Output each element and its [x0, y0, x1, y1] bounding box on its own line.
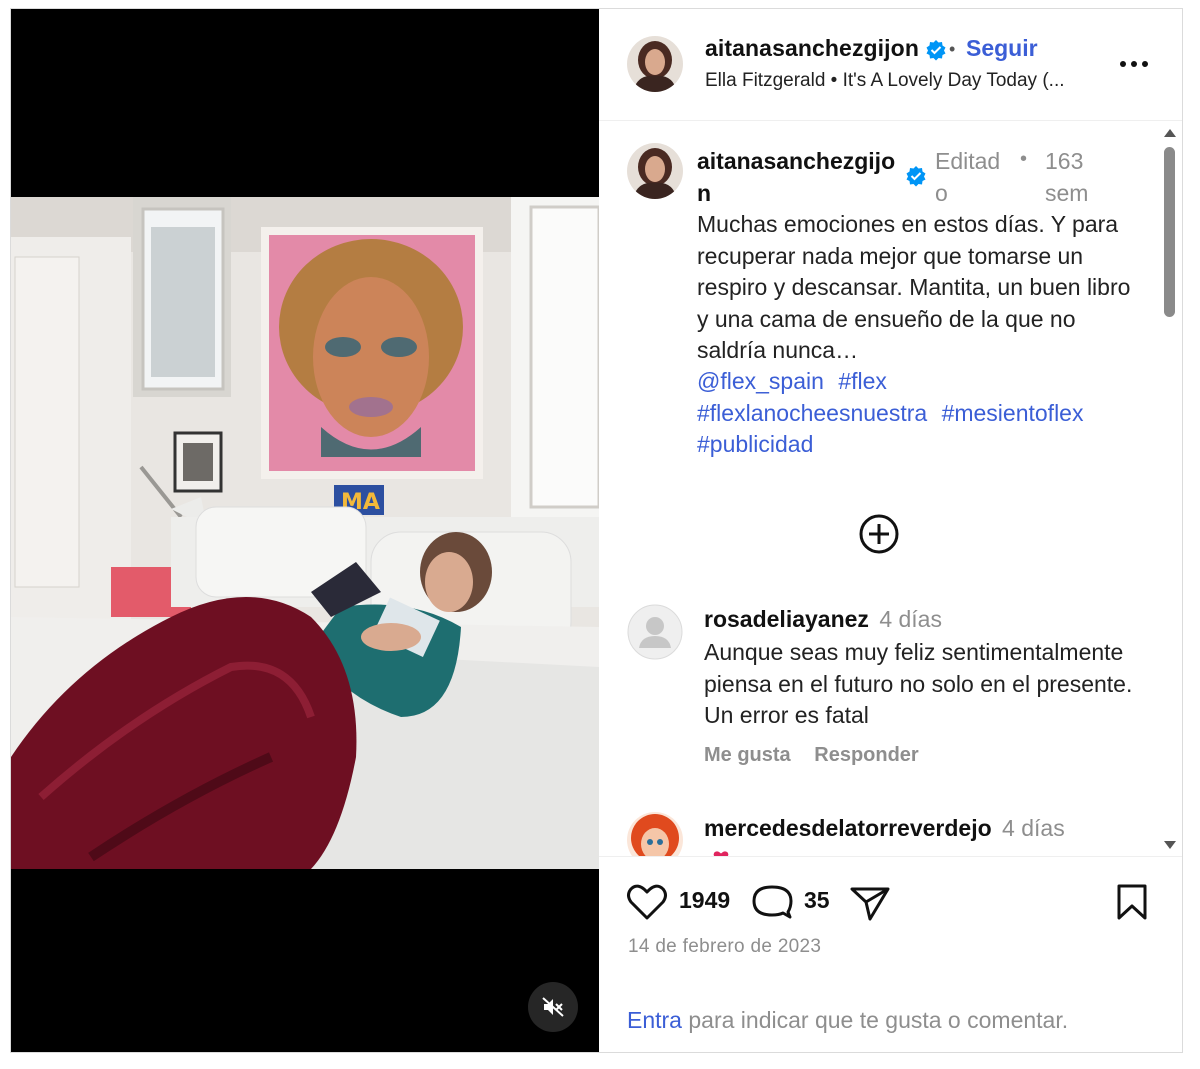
post-date[interactable]: 14 de febrero de 2023 [628, 936, 821, 958]
author-username[interactable]: aitanasanchezgijon [705, 35, 947, 62]
audio-separator: • [830, 70, 838, 91]
comment-bubble-icon[interactable] [751, 882, 793, 922]
commenter-username[interactable]: mercedesdelatorreverdejo [704, 815, 992, 841]
comment-text: Aunque seas muy feliz sentimentalmente p… [704, 639, 1133, 728]
bookmark-icon[interactable] [1115, 882, 1149, 922]
avatar-portrait-image [627, 143, 683, 199]
like-count[interactable]: 1949 [679, 887, 730, 914]
author-username-text[interactable]: aitanasanchezgijon [705, 35, 919, 61]
post-video[interactable]: MA [11, 9, 599, 1052]
avatar-portrait-image [627, 36, 683, 92]
comment-timestamp[interactable]: 4 días [1002, 815, 1065, 841]
post-side-panel: aitanasanchezgijon • Seguir Ella Fitzger… [599, 9, 1182, 1052]
comment-like-button[interactable]: Me gusta [704, 744, 791, 766]
hashtag-link[interactable]: #publicidad [697, 431, 813, 457]
comments-section[interactable]: aitanasanchezgijon Editado • 163 sem Muc… [599, 122, 1182, 857]
scroll-up-arrow-icon[interactable] [1164, 129, 1176, 137]
paper-plane-icon[interactable] [849, 882, 891, 922]
hashtag-link[interactable]: #flexlanocheesnuestra [697, 400, 927, 426]
caption-text: Muchas emociones en estos días. Y para r… [697, 211, 1131, 363]
comment-header: rosadeliayanez 4 días [704, 606, 942, 633]
audio-title[interactable]: It's A Lovely Day Today (... [843, 70, 1065, 91]
hashtag-link[interactable]: #flex [838, 368, 887, 394]
hashtag-link[interactable]: @flex_spain [697, 368, 824, 394]
author-avatar[interactable] [627, 36, 683, 92]
mute-toggle-button[interactable] [528, 982, 578, 1032]
comment-actions: Me gusta Responder [704, 744, 937, 767]
post-header: aitanasanchezgijon • Seguir Ella Fitzger… [599, 9, 1182, 121]
avatar-cartoon-image [627, 812, 683, 856]
caption-author-avatar[interactable] [627, 143, 683, 199]
scroll-down-arrow-icon[interactable] [1164, 841, 1176, 849]
post-actions: 1949 35 14 de febrero de 2023 Entra para… [599, 857, 1182, 1052]
muted-speaker-icon [542, 997, 564, 1017]
login-prompt-text: para indicar que te gusta o comentar. [681, 1007, 1069, 1033]
audio-track[interactable]: Ella Fitzgerald • It's A Lovely Day Toda… [705, 70, 1065, 92]
login-link[interactable]: Entra [627, 1007, 682, 1033]
bedroom-scene-image: MA [11, 197, 599, 869]
verified-badge-icon [926, 39, 946, 61]
commenter-username[interactable]: rosadeliayanez [704, 606, 869, 632]
comment-count[interactable]: 35 [804, 887, 830, 914]
caption-hashtags: @flex_spain #flex #flexlanocheesnuestra … [697, 366, 1137, 461]
comment-reply-button[interactable]: Responder [814, 744, 918, 766]
follow-button[interactable]: Seguir [966, 35, 1038, 62]
default-avatar-icon [627, 604, 683, 660]
commenter-avatar[interactable] [627, 812, 683, 856]
commenter-avatar[interactable] [627, 604, 683, 660]
audio-artist[interactable]: Ella Fitzgerald [705, 70, 825, 91]
scrollbar-thumb[interactable] [1164, 147, 1175, 317]
comment-header: mercedesdelatorreverdejo 4 días [704, 815, 1065, 842]
more-options-icon[interactable] [1117, 49, 1151, 79]
caption-edited-label: Editado [935, 148, 1001, 206]
hashtag-link[interactable]: #mesientoflex [942, 400, 1084, 426]
header-separator: • [949, 39, 956, 59]
caption-separator: • [1020, 148, 1028, 170]
login-prompt: Entra para indicar que te gusta o coment… [627, 1007, 1068, 1034]
heart-icon[interactable] [626, 882, 668, 922]
verified-badge-icon [906, 166, 926, 187]
caption-username[interactable]: aitanasanchezgijon [697, 145, 902, 209]
plus-circle-icon[interactable] [857, 512, 901, 556]
caption-timestamp[interactable]: 163 sem [1045, 145, 1095, 209]
post-dialog: MA aitanasanchezgijon • Seguir Ella Fitz… [10, 8, 1183, 1053]
video-frame: MA [11, 197, 599, 869]
red-heart-emoji-icon [713, 851, 729, 856]
comment-timestamp[interactable]: 4 días [879, 606, 942, 632]
